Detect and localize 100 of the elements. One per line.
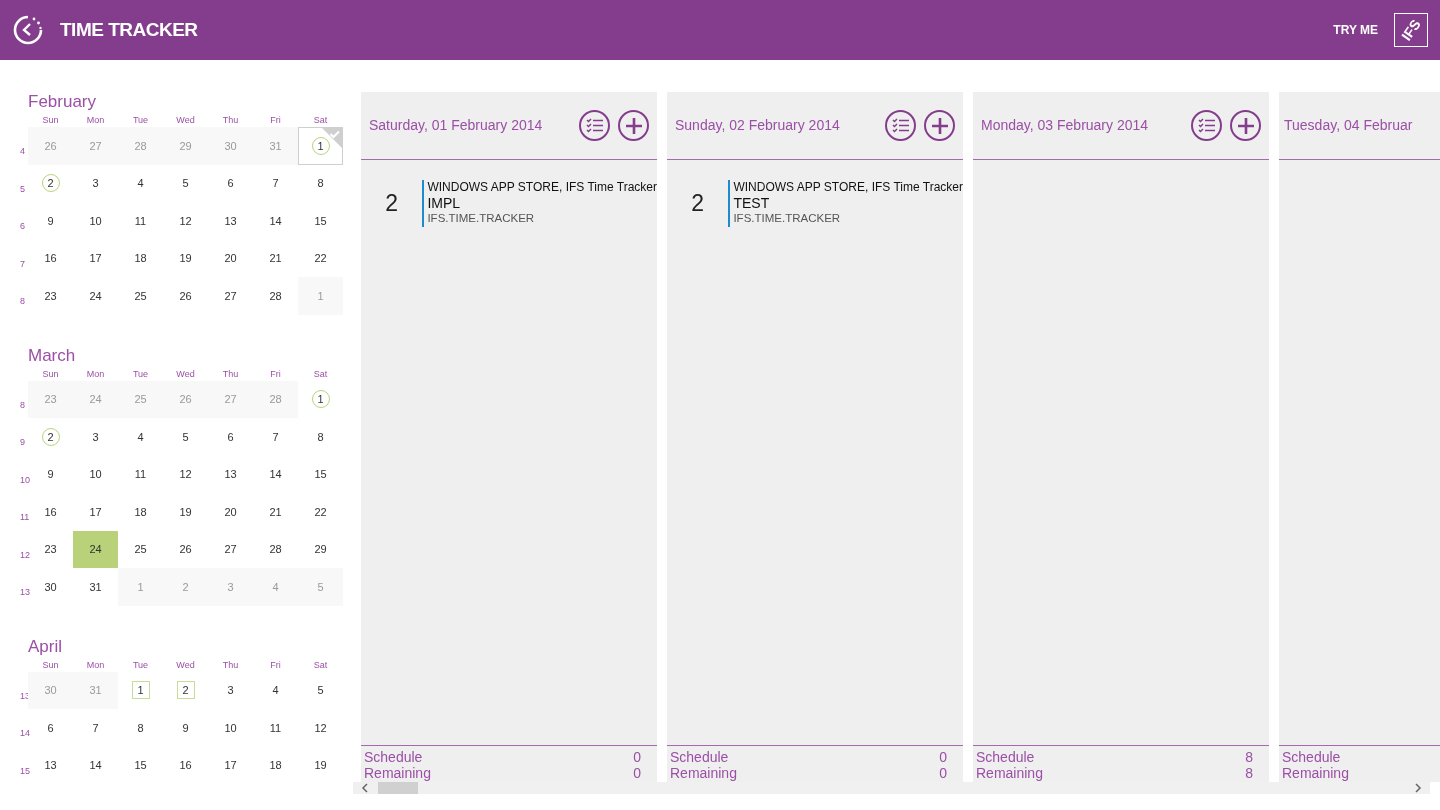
day-number[interactable]: 25 [131,540,150,559]
add-button[interactable] [1230,110,1261,141]
day-number[interactable]: 15 [311,465,330,484]
day-number[interactable]: 7 [266,174,285,193]
check-icon [322,128,342,148]
scroll-right-icon[interactable] [1414,783,1422,793]
day-number[interactable]: 24 [86,286,105,305]
day-number[interactable]: 8 [311,174,330,193]
day-number[interactable]: 6 [41,718,60,737]
day-number[interactable]: 18 [131,502,150,521]
total-label: Remaining [1282,765,1349,781]
day-number[interactable]: 24 [86,540,105,559]
add-button[interactable] [618,110,649,141]
day-number[interactable]: 10 [221,718,240,737]
calendar-day[interactable]: 1 [298,127,343,165]
day-number[interactable]: 12 [176,465,195,484]
day-number[interactable]: 20 [221,249,240,268]
week-number: 15 [20,764,28,778]
day-number[interactable]: 26 [176,540,195,559]
checklist-button[interactable] [1191,110,1222,141]
day-number[interactable]: 6 [221,427,240,446]
day-number[interactable]: 26 [176,286,195,305]
week-number: 4 [20,145,26,158]
day-number[interactable]: 15 [311,211,330,230]
day-number[interactable]: 3 [86,174,105,193]
day-number[interactable]: 17 [86,249,105,268]
day-number[interactable]: 1 [131,681,150,700]
horizontal-scrollbar[interactable] [353,782,1430,794]
day-number[interactable]: 14 [86,756,105,775]
total-label: Remaining [976,765,1043,781]
app-title: TIME TRACKER [60,17,198,42]
day-number[interactable]: 6 [221,174,240,193]
time-entry[interactable]: WINDOWS APP STORE, IFS Time Tracker TEST IFS.TIME.TRACKER [728,180,963,227]
day-number[interactable]: 16 [41,249,60,268]
day-number[interactable]: 25 [131,286,150,305]
day-number[interactable]: 5 [311,681,330,700]
day-number[interactable]: 21 [266,249,285,268]
checklist-button[interactable] [579,110,610,141]
day-number[interactable]: 7 [86,718,105,737]
day-number[interactable]: 28 [266,540,285,559]
day-number[interactable]: 23 [41,286,60,305]
day-number[interactable]: 5 [176,427,195,446]
weekday-label: Sun [41,367,60,381]
add-button[interactable] [924,110,955,141]
day-number[interactable]: 31 [86,577,105,596]
day-number[interactable]: 28 [266,286,285,305]
day-number[interactable]: 16 [41,502,60,521]
day-number[interactable]: 19 [176,249,195,268]
day-number[interactable]: 7 [266,427,285,446]
day-number[interactable]: 17 [221,756,240,775]
day-number[interactable]: 4 [131,174,150,193]
day-number[interactable]: 9 [41,465,60,484]
day-number[interactable]: 2 [176,681,195,700]
day-number[interactable]: 30 [41,577,60,596]
day-number[interactable]: 22 [311,502,330,521]
day-number[interactable]: 13 [221,211,240,230]
day-number[interactable]: 4 [266,681,285,700]
day-number[interactable]: 14 [266,465,285,484]
day-number[interactable]: 23 [41,540,60,559]
day-number[interactable]: 29 [311,540,330,559]
day-number[interactable]: 15 [131,756,150,775]
day-number[interactable]: 22 [311,249,330,268]
day-number[interactable]: 11 [266,718,285,737]
scrollbar-thumb[interactable] [378,782,418,794]
day-number[interactable]: 16 [176,756,195,775]
project-text: IFS.TIME.TRACKER [427,211,536,226]
weekday-label: Thu [221,367,240,381]
day-number[interactable]: 13 [41,756,60,775]
day-number[interactable]: 10 [86,465,105,484]
day-number[interactable]: 11 [131,465,150,484]
scroll-left-icon[interactable] [361,783,369,793]
checklist-button[interactable] [885,110,916,141]
day-number[interactable]: 8 [131,718,150,737]
day-number[interactable]: 21 [266,502,285,521]
day-number[interactable]: 3 [86,427,105,446]
weekday-label: Wed [175,114,196,127]
day-number[interactable]: 27 [221,540,240,559]
day-number[interactable]: 19 [311,756,330,775]
day-number[interactable]: 4 [131,427,150,446]
day-number[interactable]: 11 [131,211,150,230]
day-number[interactable]: 8 [311,427,330,446]
calendar-day[interactable]: 24 [73,530,118,568]
day-number[interactable]: 10 [86,211,105,230]
day-number[interactable]: 9 [41,211,60,230]
try-me-link[interactable]: TRY ME [1333,21,1378,39]
day-number[interactable]: 14 [266,211,285,230]
day-number[interactable]: 12 [176,211,195,230]
day-number[interactable]: 12 [311,718,330,737]
day-number[interactable]: 17 [86,502,105,521]
day-number[interactable]: 13 [221,465,240,484]
total-value: 8 [1245,765,1253,781]
day-number[interactable]: 5 [176,174,195,193]
day-number[interactable]: 27 [221,286,240,305]
day-number[interactable]: 18 [266,756,285,775]
day-number[interactable]: 3 [221,681,240,700]
day-number[interactable]: 19 [176,502,195,521]
day-number[interactable]: 9 [176,718,195,737]
time-entry[interactable]: WINDOWS APP STORE, IFS Time Tracker IMPL IFS.TIME.TRACKER [422,180,657,227]
day-number[interactable]: 20 [221,502,240,521]
day-number[interactable]: 18 [131,249,150,268]
